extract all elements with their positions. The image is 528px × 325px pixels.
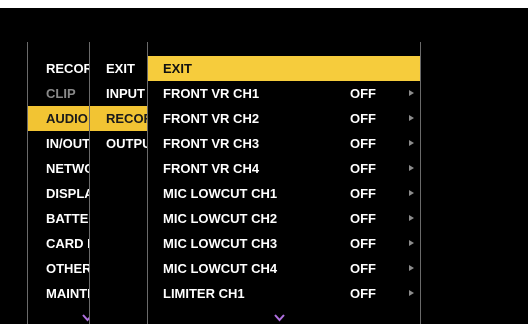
menu-item-label: MIC LOWCUT CH4 (163, 261, 278, 276)
menu-item-exit-highlighted[interactable]: EXIT (148, 56, 420, 81)
menu-item-front-vr-ch1[interactable]: FRONT VR CH1 OFF (148, 81, 420, 106)
menu-item-in-out-select[interactable]: IN/OUT SELECT (28, 131, 90, 156)
menu-item-maintenance[interactable]: MAINTENANCE (28, 281, 90, 306)
menu-item-label: FRONT VR CH1 (163, 86, 260, 101)
menu-item-display-setup[interactable]: DISPLAY SETUP (28, 181, 90, 206)
menu-item-label: MIC LOWCUT CH3 (163, 236, 278, 251)
submenu-arrow-icon (409, 265, 414, 271)
menu-item-value: OFF (350, 86, 376, 101)
menu-item-limiter-ch1[interactable]: LIMITER CH1 OFF (148, 281, 420, 306)
menu-item-value: OFF (350, 261, 376, 276)
menu-level2-column: EXIT INPUT SETTINGS RECORDING SETTINGS O… (89, 42, 148, 324)
menu-item-label: MIC LOWCUT CH1 (163, 186, 278, 201)
menu-item-value: OFF (350, 236, 376, 251)
menu-item-value: OFF (350, 186, 376, 201)
chevron-down-icon[interactable] (274, 314, 285, 322)
menu-item-value: OFF (350, 286, 376, 301)
menu-level3-column: EXIT FRONT VR CH1 OFF FRONT VR CH2 OFF F… (147, 42, 421, 324)
menu-item-battery-setup[interactable]: BATTERY SETUP (28, 206, 90, 231)
menu-item-label: FRONT VR CH3 (163, 136, 260, 151)
menu-item-other-functions[interactable]: OTHER FUNCTIONS (28, 256, 90, 281)
menu-item-value: OFF (350, 161, 376, 176)
submenu-arrow-icon (409, 90, 414, 96)
menu-item-exit[interactable]: EXIT (90, 56, 148, 81)
menu-item-mic-lowcut-ch4[interactable]: MIC LOWCUT CH4 OFF (148, 256, 420, 281)
submenu-arrow-icon (409, 290, 414, 296)
menu-item-mic-lowcut-ch1[interactable]: MIC LOWCUT CH1 OFF (148, 181, 420, 206)
menu-item-network-setup[interactable]: NETWORK SETUP (28, 156, 90, 181)
menu-item-label: EXIT (163, 61, 192, 76)
submenu-arrow-icon (409, 115, 414, 121)
menu-item-label: FRONT VR CH2 (163, 111, 260, 126)
menu-item-value: OFF (350, 136, 376, 151)
camera-menu-screen: RECORDING SETUP CLIP AUDIO SETUP IN/OUT … (0, 8, 528, 324)
menu-item-label: LIMITER CH1 (163, 286, 245, 301)
menu-item-front-vr-ch4[interactable]: FRONT VR CH4 OFF (148, 156, 420, 181)
menu-item-value: OFF (350, 111, 376, 126)
menu-item-input-settings[interactable]: INPUT SETTINGS (90, 81, 148, 106)
menu-item-recording-settings[interactable]: RECORDING SETTINGS (90, 106, 148, 131)
menu-item-card-functions[interactable]: CARD FUNCTIONS (28, 231, 90, 256)
menu-item-front-vr-ch3[interactable]: FRONT VR CH3 OFF (148, 131, 420, 156)
menu-item-label: MIC LOWCUT CH2 (163, 211, 278, 226)
menu-item-clip[interactable]: CLIP (28, 81, 90, 106)
menu-level1-column: RECORDING SETUP CLIP AUDIO SETUP IN/OUT … (27, 42, 90, 324)
menu-item-mic-lowcut-ch3[interactable]: MIC LOWCUT CH3 OFF (148, 231, 420, 256)
menu-item-mic-lowcut-ch2[interactable]: MIC LOWCUT CH2 OFF (148, 206, 420, 231)
menu-item-recording-setup[interactable]: RECORDING SETUP (28, 56, 90, 81)
menu-item-front-vr-ch2[interactable]: FRONT VR CH2 OFF (148, 106, 420, 131)
submenu-arrow-icon (409, 240, 414, 246)
menu-item-label: FRONT VR CH4 (163, 161, 260, 176)
submenu-arrow-icon (409, 165, 414, 171)
submenu-arrow-icon (409, 190, 414, 196)
menu-item-output-settings[interactable]: OUTPUT SETTINGS (90, 131, 148, 156)
submenu-arrow-icon (409, 215, 414, 221)
menu-item-value: OFF (350, 211, 376, 226)
submenu-arrow-icon (409, 140, 414, 146)
menu-item-audio-setup[interactable]: AUDIO SETUP (28, 106, 90, 131)
